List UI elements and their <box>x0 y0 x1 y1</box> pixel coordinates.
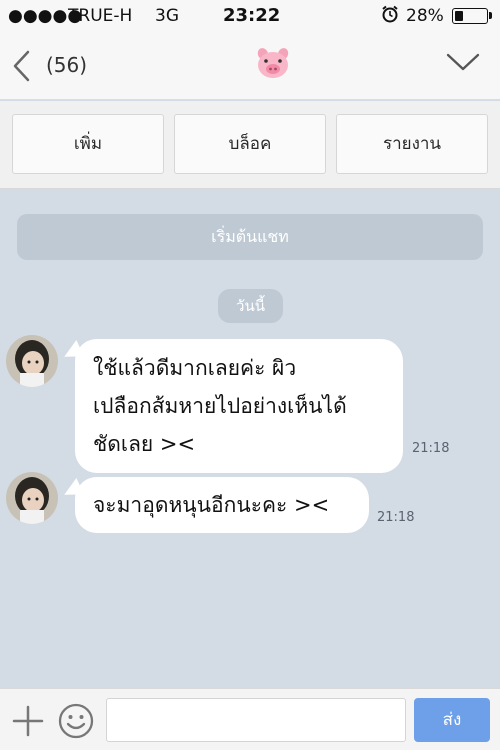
action-bar: เพิ่ม บล็อค รายงาน <box>0 101 500 189</box>
message-input[interactable] <box>106 698 406 742</box>
chat-header: (56) <box>0 32 500 100</box>
carrier-name: TRUE-H <box>68 6 133 26</box>
message-line: ชัดเลย >< <box>93 432 196 456</box>
network-type: 3G <box>155 6 179 26</box>
send-button[interactable]: ส่ง <box>414 698 490 742</box>
back-button[interactable]: (56) <box>8 46 98 86</box>
date-separator: วันนี้ <box>218 289 283 323</box>
start-chat-button[interactable]: เริ่มต้นแชท <box>17 214 483 260</box>
report-button[interactable]: รายงาน <box>336 114 488 174</box>
avatar[interactable] <box>6 335 58 387</box>
message-composer: ส่ง <box>0 688 500 750</box>
chevron-down-icon[interactable] <box>446 52 486 82</box>
message-line: ใช้แล้วดีมากเลยค่ะ ผิว <box>93 356 297 380</box>
status-time: 23:22 <box>223 5 281 26</box>
message-bubble[interactable]: ใช้แล้วดีมากเลยค่ะ ผิว เปลือกส้มหายไปอย่… <box>75 339 403 473</box>
message-bubble[interactable]: จะมาอุดหนุนอีกนะคะ >< <box>75 477 369 533</box>
pig-face-icon <box>255 48 291 84</box>
battery-icon <box>452 8 488 24</box>
alarm-icon <box>381 5 399 27</box>
status-bar: ●●●●● TRUE-H 3G 23:22 28% <box>0 0 500 32</box>
battery-tip <box>489 12 492 19</box>
message-line: เปลือกส้มหายไปอย่างเห็นได้ <box>93 394 347 418</box>
unread-count: (56) <box>46 53 88 77</box>
message-line: จะมาอุดหนุนอีกนะคะ >< <box>93 493 330 517</box>
battery-percent: 28% <box>406 6 444 26</box>
chevron-left-icon <box>13 50 30 82</box>
avatar[interactable] <box>6 472 58 524</box>
message-time: 21:18 <box>377 510 415 525</box>
emoji-icon[interactable] <box>57 702 95 740</box>
plus-icon[interactable] <box>10 703 46 739</box>
block-button[interactable]: บล็อค <box>174 114 326 174</box>
message-time: 21:18 <box>412 441 450 456</box>
add-friend-button[interactable]: เพิ่ม <box>12 114 164 174</box>
